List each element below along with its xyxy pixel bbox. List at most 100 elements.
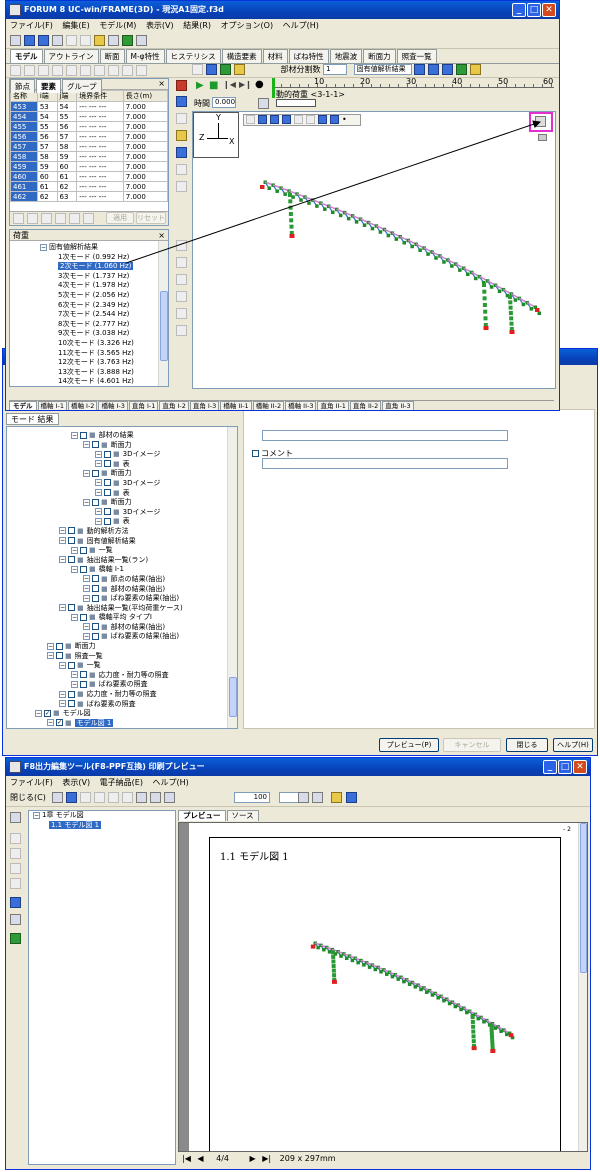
close-button[interactable]: ✕ <box>573 760 587 774</box>
expand-icon[interactable]: − <box>35 709 42 717</box>
stop-icon[interactable]: ■ <box>209 80 218 91</box>
tree-node[interactable]: − ■ ばね要素の結果(抽出) <box>13 594 237 604</box>
tree-node[interactable]: − ✓ ■ モデル図 1 <box>13 718 237 728</box>
tool-icon[interactable] <box>10 933 21 944</box>
first-page-icon[interactable]: |◀ <box>182 1154 191 1163</box>
case-tab-model[interactable]: モデル <box>9 401 37 410</box>
edit-icon[interactable] <box>10 812 21 823</box>
tree-checkbox[interactable] <box>92 594 99 602</box>
tool-icon[interactable] <box>176 308 187 319</box>
save-icon[interactable] <box>38 35 49 46</box>
grid-row[interactable]: 460 60 61 --- --- --- 7.000 <box>10 171 168 182</box>
result-icon[interactable] <box>470 64 482 75</box>
tree-node[interactable]: − ■ ばね要素の結果(抽出) <box>13 632 237 642</box>
move-down-icon[interactable] <box>83 213 94 224</box>
tool-icon[interactable] <box>10 914 21 925</box>
tree-scrollbar[interactable] <box>227 427 237 728</box>
tool-icon[interactable] <box>176 181 187 192</box>
model-viewport[interactable]: Y Z X • <box>192 111 556 389</box>
tree-checkbox[interactable] <box>68 537 75 545</box>
tree-node[interactable]: − ■ 3Dイメージ <box>13 450 237 460</box>
grid-row[interactable]: 458 58 59 --- --- --- 7.000 <box>10 151 168 162</box>
grid-cell[interactable]: 57 <box>36 141 58 152</box>
grid-cell[interactable]: 60 <box>56 161 78 172</box>
mode-item[interactable]: 4次モード (1.978 Hz) <box>58 281 168 291</box>
grid-cell[interactable]: --- --- --- <box>76 141 124 152</box>
mode-item[interactable]: 11次モード (3.565 Hz) <box>58 349 168 359</box>
cancel-button[interactable]: キャンセル <box>443 738 501 752</box>
tool-icon[interactable] <box>10 833 21 844</box>
grid-cell[interactable]: 7.000 <box>122 181 168 192</box>
grid-row[interactable]: 462 62 63 --- --- --- 7.000 <box>10 191 168 202</box>
new-icon[interactable] <box>10 35 21 46</box>
grid-cell[interactable]: 59 <box>56 151 78 162</box>
tool-icon[interactable] <box>176 96 187 107</box>
calc-icon[interactable] <box>94 35 105 46</box>
case-tab[interactable]: 橋軸 I-1 <box>37 401 67 410</box>
tree-node[interactable]: − ■ ばね要素の照査 <box>13 680 237 690</box>
grid-cell[interactable]: 7.000 <box>122 131 168 142</box>
delete-row-icon[interactable] <box>55 213 66 224</box>
result-select[interactable]: 固有値解析結果 <box>353 64 412 75</box>
case-tab[interactable]: 直角 II-1 <box>317 401 349 410</box>
case-tab[interactable]: 直角 II-3 <box>382 401 414 410</box>
grid-cell[interactable]: 7.000 <box>122 151 168 162</box>
tree-node[interactable]: − ■ 一覧 <box>13 661 237 671</box>
view-icon[interactable] <box>234 64 245 75</box>
expand-icon[interactable]: − <box>71 613 78 621</box>
tool-icon[interactable] <box>122 65 133 76</box>
open-icon[interactable] <box>24 35 35 46</box>
view-icon[interactable] <box>192 64 203 75</box>
tool-icon[interactable] <box>176 113 187 124</box>
grid-cell[interactable]: 53 <box>36 101 58 112</box>
grid-cell[interactable]: 59 <box>36 161 58 172</box>
tree-node[interactable]: − ■ ばね要素の照査 <box>13 700 237 710</box>
row-name-cell[interactable]: 461 <box>10 181 38 192</box>
time-progress[interactable] <box>276 99 316 107</box>
grid-row[interactable]: 456 56 57 --- --- --- 7.000 <box>10 131 168 142</box>
case-tab[interactable]: 橋軸 II-1 <box>220 401 252 410</box>
expand-icon[interactable]: − <box>83 575 90 583</box>
camera-icon[interactable] <box>258 98 269 109</box>
time-input[interactable]: 0.000 <box>212 97 236 108</box>
menu-view[interactable]: 表示(V) <box>146 21 174 30</box>
grid-cell[interactable]: 54 <box>36 111 58 122</box>
menu-option[interactable]: オプション(O) <box>221 21 274 30</box>
tree-checkbox[interactable] <box>92 469 99 477</box>
close-button[interactable]: ✕ <box>542 3 556 17</box>
tree-node[interactable]: − ■ 応力度・耐力等の照査 <box>13 690 237 700</box>
expand-icon[interactable]: − <box>95 450 102 458</box>
tree-checkbox[interactable] <box>80 546 87 554</box>
tool-icon[interactable] <box>10 897 21 908</box>
panel-close-icon[interactable]: × <box>158 79 165 88</box>
tree-checkbox[interactable] <box>68 700 75 708</box>
tree-node[interactable]: − ■ 断面力 <box>13 441 237 451</box>
grid-cell[interactable]: 56 <box>56 121 78 132</box>
mode-item[interactable]: 1次モード (0.992 Hz) <box>58 253 168 263</box>
grid-cell[interactable]: 7.000 <box>122 111 168 122</box>
undo-icon[interactable] <box>66 35 77 46</box>
tab-preview[interactable]: プレビュー <box>178 810 226 821</box>
expand-icon[interactable]: − <box>83 623 90 631</box>
tool-icon[interactable] <box>10 848 21 859</box>
expand-icon[interactable]: − <box>59 556 66 564</box>
division-input[interactable]: 1 <box>323 64 348 75</box>
grid-cell[interactable]: 61 <box>36 181 58 192</box>
col-boundary[interactable]: 境界条件 <box>76 90 124 102</box>
tree-node[interactable]: − ■ 抽出結果一覧(ラン) <box>13 556 237 566</box>
grid-cell[interactable]: 7.000 <box>122 121 168 132</box>
tree-checkbox[interactable]: ✓ <box>56 719 63 727</box>
report-icon[interactable] <box>108 35 119 46</box>
prev-page-icon[interactable] <box>94 792 106 803</box>
tree-node[interactable]: − ✓ ■ モデル図 <box>13 709 237 719</box>
chapter-root[interactable]: −1章 モデル図 <box>29 811 175 821</box>
mode-item[interactable]: 9次モード (3.038 Hz) <box>58 329 168 339</box>
hand-icon[interactable] <box>298 792 309 803</box>
tab-section[interactable]: 断面 <box>99 49 125 63</box>
expand-icon[interactable]: − <box>59 604 66 612</box>
help-button[interactable]: ヘルプ(H) <box>553 738 593 752</box>
first-page-icon[interactable] <box>80 792 92 803</box>
load-close-icon[interactable]: × <box>158 230 165 241</box>
tool-icon[interactable] <box>94 65 105 76</box>
grid-cell[interactable]: --- --- --- <box>76 151 124 162</box>
